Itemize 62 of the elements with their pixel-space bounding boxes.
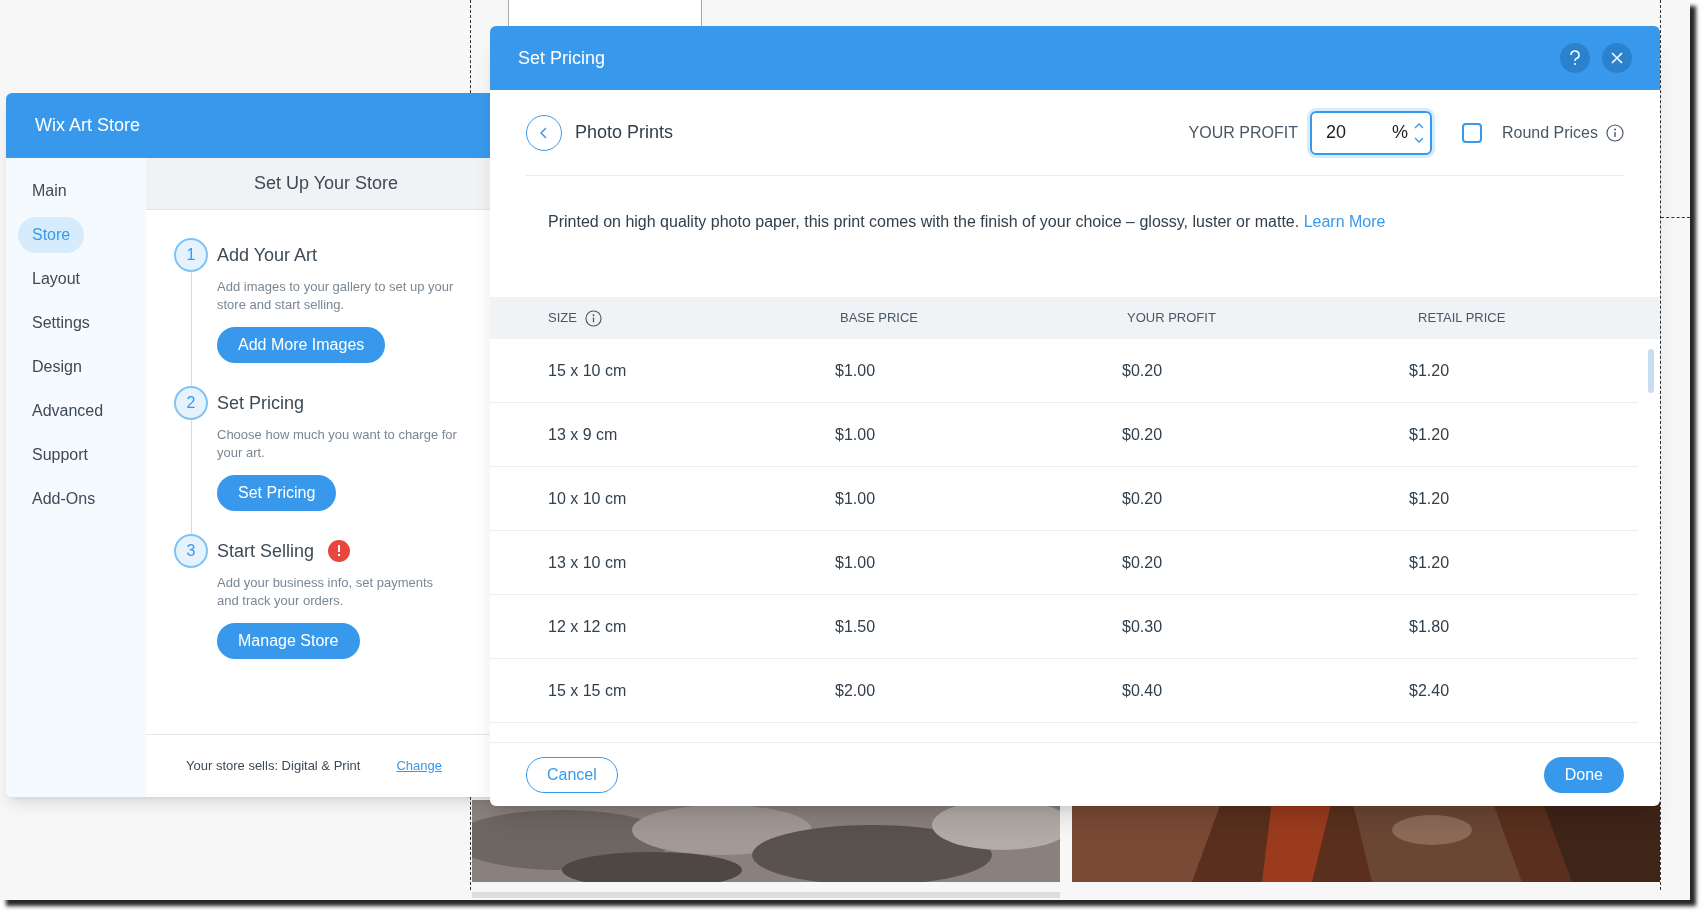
round-prices-label: Round Prices (1501, 122, 1598, 143)
table-cell-text: $1.20 (1409, 488, 1451, 509)
table-cell-text: $0.20 (1122, 424, 1164, 445)
step-description: Add your business info, set payments and track your orders. (217, 574, 435, 610)
product-name: Photo Prints (575, 121, 675, 144)
dialog-title: Set Pricing (518, 46, 607, 70)
sidebar-item[interactable]: Advanced (18, 393, 118, 429)
section-title: Set Up Your Store (253, 172, 399, 195)
panel-title: Wix Art Store (35, 114, 141, 137)
table-cell-text: $1.00 (835, 552, 877, 573)
step-title: Set Pricing (217, 391, 305, 415)
info-icon[interactable] (584, 309, 602, 327)
column-header: RETAIL PRICE (1418, 309, 1506, 328)
step-description: Add images to your gallery to set up your store and start selling. (217, 278, 455, 314)
table-cell-text: $1.80 (1409, 616, 1451, 637)
sidebar-item[interactable]: Settings (18, 305, 104, 341)
profit-field[interactable]: 20 % (1309, 110, 1432, 155)
step-title: Add Your Art (217, 243, 318, 267)
sidebar-item[interactable]: Add-Ons (18, 481, 110, 517)
table-cell-text: $0.30 (1122, 616, 1164, 637)
table-cell-text: $0.40 (1122, 680, 1164, 701)
stepper-icon[interactable] (1413, 121, 1424, 144)
table-cell-text: 15 x 15 cm (548, 680, 628, 701)
table-cell-text: 13 x 9 cm (548, 424, 619, 445)
table-cell-text: $0.20 (1122, 360, 1164, 381)
table-cell-text: $1.20 (1409, 424, 1451, 445)
store-sells-text: Your store sells: Digital & Print (186, 757, 361, 776)
table-cell-text: 12 x 12 cm (548, 616, 628, 637)
step-number: 2 (174, 386, 208, 420)
profit-label: YOUR PROFIT (1188, 122, 1298, 143)
help-icon[interactable] (1560, 43, 1590, 73)
percent-unit: % (1391, 121, 1408, 144)
scrollbar-thumb[interactable] (1648, 349, 1654, 393)
table-cell-text: $1.00 (835, 488, 877, 509)
table-cell-text: $1.20 (1409, 360, 1451, 381)
table-cell-text: $2.00 (835, 680, 877, 701)
sidebar-item[interactable]: Main (18, 173, 81, 209)
step-title: Start Selling (217, 539, 315, 563)
sidebar-item[interactable]: Layout (18, 261, 95, 297)
column-header: SIZE (548, 309, 577, 328)
table-cell-text: $1.50 (835, 616, 877, 637)
product-description: Printed on high quality photo paper, this print comes with the finish of your choice – glossy, luster or matte. Learn More (548, 212, 1387, 232)
close-icon[interactable] (1602, 43, 1632, 73)
table-cell-text: $2.40 (1409, 680, 1451, 701)
column-header: YOUR PROFIT (1127, 309, 1216, 328)
table-cell-text: $1.00 (835, 360, 877, 381)
alert-icon (328, 540, 351, 562)
step-number: 3 (174, 534, 208, 568)
table-cell-text: 15 x 10 cm (548, 360, 628, 381)
table-cell-text: $0.20 (1122, 488, 1164, 509)
table-cell-text: $1.20 (1409, 552, 1451, 573)
table-cell-text: $0.20 (1122, 552, 1164, 573)
step-number: 1 (174, 238, 208, 272)
table-cell-text: $1.00 (835, 424, 877, 445)
table-cell-text: 10 x 10 cm (548, 488, 628, 509)
info-icon[interactable] (1606, 123, 1624, 142)
sidebar-item[interactable]: Design (18, 349, 96, 385)
step-description: Choose how much you want to charge for your art. (217, 426, 457, 462)
round-prices-checkbox[interactable] (1461, 122, 1482, 143)
column-header: BASE PRICE (840, 309, 919, 328)
table-cell-text: 13 x 10 cm (548, 552, 628, 573)
sidebar-item[interactable]: Support (18, 437, 103, 473)
